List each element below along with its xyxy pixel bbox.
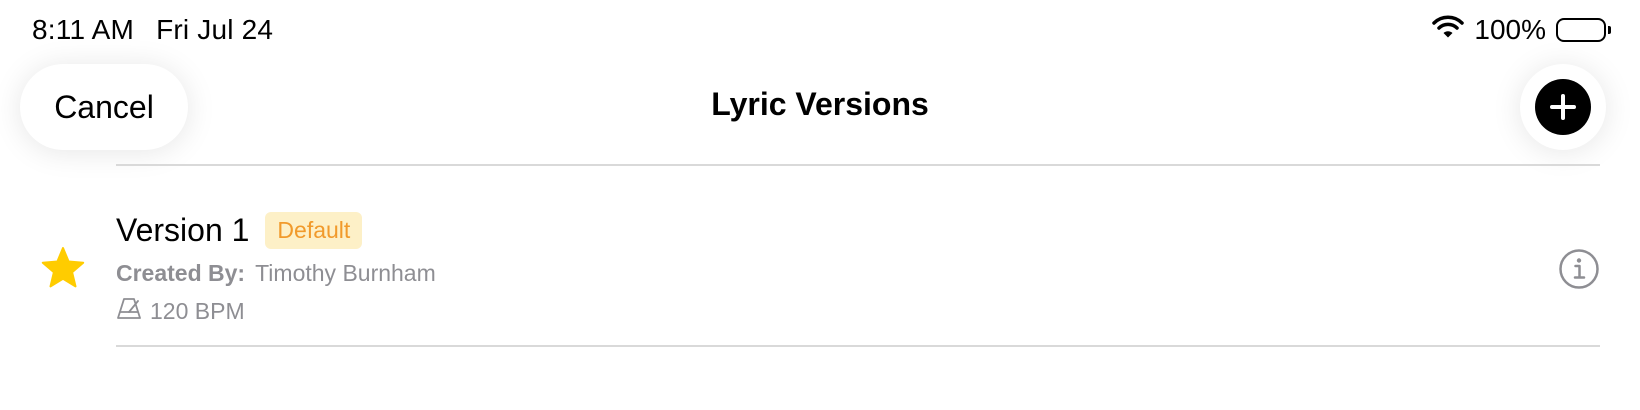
version-title-line: Version 1 Default bbox=[116, 212, 363, 249]
status-bar-right: 100% bbox=[1432, 14, 1611, 46]
star-icon bbox=[40, 246, 86, 295]
version-name: Version 1 bbox=[116, 212, 250, 248]
lyric-versions-screen: 8:11 AM Fri Jul 24 100% Cancel Lyric Ver… bbox=[0, 0, 1640, 410]
divider bbox=[116, 164, 1600, 166]
page-title: Lyric Versions bbox=[711, 86, 929, 122]
status-time: 8:11 AM bbox=[32, 14, 135, 45]
battery-percent: 100% bbox=[1474, 14, 1546, 45]
created-by-line: Created By: Timothy Burnham bbox=[116, 260, 436, 287]
info-icon[interactable] bbox=[1558, 248, 1600, 295]
created-by-label: Created By: bbox=[116, 260, 246, 286]
wifi-icon bbox=[1432, 14, 1465, 46]
default-badge: Default bbox=[265, 212, 363, 249]
battery-icon bbox=[1556, 18, 1611, 42]
add-version-button[interactable] bbox=[1520, 64, 1606, 150]
metronome-icon bbox=[116, 296, 142, 326]
created-by-value: Timothy Burnham bbox=[255, 260, 436, 286]
plus-circle-icon bbox=[1535, 79, 1591, 135]
status-bar-left: 8:11 AM Fri Jul 24 bbox=[32, 14, 273, 46]
bpm-line: 120 BPM bbox=[116, 296, 245, 326]
divider bbox=[116, 345, 1600, 347]
bpm-value: 120 BPM bbox=[150, 297, 245, 324]
status-date: Fri Jul 24 bbox=[156, 14, 274, 45]
version-row[interactable]: Version 1 Default Created By: Timothy Bu… bbox=[0, 174, 1640, 362]
